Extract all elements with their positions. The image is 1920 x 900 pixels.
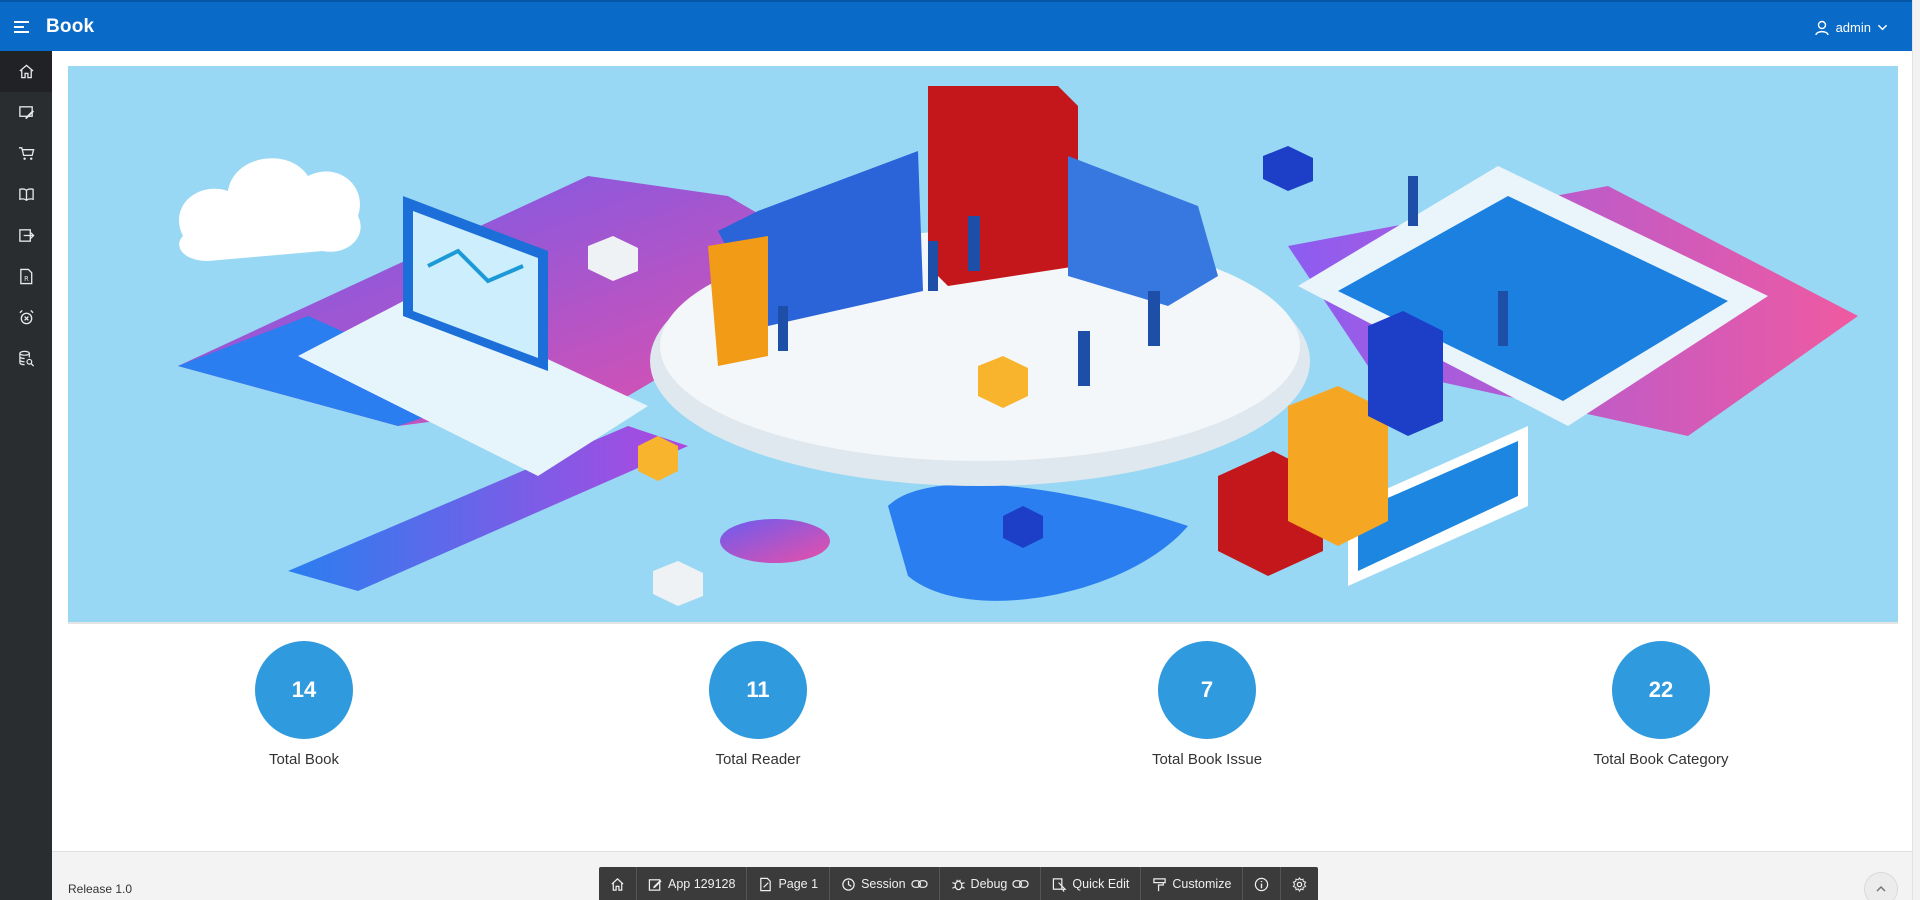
user-name: admin xyxy=(1835,20,1871,35)
svg-text:R: R xyxy=(24,275,29,283)
nav-item-forms[interactable] xyxy=(0,92,52,133)
dev-quick-edit-button[interactable]: Quick Edit xyxy=(1041,867,1142,900)
dev-home-button[interactable] xyxy=(599,867,637,900)
hero-banner xyxy=(68,66,1898,624)
dev-debug-button[interactable]: Debug xyxy=(940,867,1042,900)
quick-edit-icon xyxy=(1053,877,1067,892)
app-window: Book admin R 14 Total Book 11 Total Read… xyxy=(0,0,1920,900)
chevron-up-icon xyxy=(1876,885,1886,892)
dev-page-label: Page 1 xyxy=(778,877,819,891)
nav-item-issue[interactable] xyxy=(0,215,52,256)
toggle-link-icon xyxy=(1012,880,1030,888)
nav-item-cart[interactable] xyxy=(0,133,52,174)
sidebar-nav: R xyxy=(0,51,52,900)
stat-label: Total Book Category xyxy=(1593,751,1729,768)
stat-total-book[interactable]: 14 Total Book xyxy=(204,641,404,768)
nav-item-reports[interactable] xyxy=(0,338,52,379)
customize-icon xyxy=(1153,877,1167,891)
stat-value: 14 xyxy=(255,641,353,739)
scroll-to-top-button[interactable] xyxy=(1864,872,1898,900)
home-icon xyxy=(611,877,624,891)
dev-quick-edit-label: Quick Edit xyxy=(1072,877,1130,891)
isometric-analytics-illustration xyxy=(68,66,1898,622)
reader-document-icon: R xyxy=(19,268,32,285)
footer: Release 1.0 App 129128 Page 1 Session De… xyxy=(52,851,1912,900)
developer-toolbar: App 129128 Page 1 Session Debug Quick Ed… xyxy=(599,867,1319,900)
home-icon xyxy=(18,64,34,79)
main-content: 14 Total Book 11 Total Reader 7 Total Bo… xyxy=(52,51,1912,851)
chevron-down-icon xyxy=(1877,24,1888,31)
stats-row: 14 Total Book 11 Total Reader 7 Total Bo… xyxy=(68,641,1898,781)
debug-icon xyxy=(951,879,965,890)
stat-value: 7 xyxy=(1158,641,1256,739)
stat-label: Total Book Issue xyxy=(1151,751,1263,768)
stat-value: 22 xyxy=(1612,641,1710,739)
dev-session-button[interactable]: Session xyxy=(830,867,940,900)
release-version: Release 1.0 xyxy=(68,882,133,896)
nav-item-home[interactable] xyxy=(0,51,52,92)
stat-label: Total Book xyxy=(268,751,340,768)
toggle-link-icon xyxy=(910,880,928,888)
info-icon xyxy=(1255,877,1269,891)
user-menu-button[interactable]: admin xyxy=(1814,2,1888,53)
database-search-icon xyxy=(18,350,34,367)
dev-session-label: Session xyxy=(861,877,906,891)
dev-debug-label: Debug xyxy=(970,877,1008,891)
dev-app-button[interactable]: App 129128 xyxy=(637,867,748,900)
edit-icon xyxy=(648,878,662,891)
stat-total-reader[interactable]: 11 Total Reader xyxy=(658,641,858,768)
dev-settings-button[interactable] xyxy=(1281,867,1318,900)
window-scrollbar[interactable] xyxy=(1912,0,1920,900)
stat-value: 11 xyxy=(709,641,807,739)
alarm-clock-icon xyxy=(18,309,34,325)
hamburger-menu-icon xyxy=(14,20,29,33)
gear-icon xyxy=(1293,876,1307,892)
stat-label: Total Reader xyxy=(715,751,801,768)
cart-icon xyxy=(18,147,34,160)
user-icon xyxy=(1814,20,1829,35)
dev-customize-button[interactable]: Customize xyxy=(1141,867,1244,900)
edit-form-icon xyxy=(18,106,34,120)
stat-total-book-category[interactable]: 22 Total Book Category xyxy=(1561,641,1761,768)
dev-customize-label: Customize xyxy=(1172,877,1232,891)
open-book-icon xyxy=(18,188,34,201)
dev-info-button[interactable] xyxy=(1243,867,1282,900)
nav-item-books[interactable] xyxy=(0,174,52,215)
stat-total-book-issue[interactable]: 7 Total Book Issue xyxy=(1107,641,1307,768)
page-icon xyxy=(760,877,772,891)
top-header: Book admin xyxy=(0,0,1912,51)
dev-page-button[interactable]: Page 1 xyxy=(747,867,831,900)
nav-item-readers[interactable]: R xyxy=(0,256,52,297)
menu-toggle-button[interactable] xyxy=(0,1,46,52)
session-icon xyxy=(842,877,855,891)
app-title[interactable]: Book xyxy=(46,16,94,38)
nav-item-reminders[interactable] xyxy=(0,297,52,338)
dev-app-label: App 129128 xyxy=(668,877,736,891)
sign-out-icon xyxy=(18,229,35,242)
